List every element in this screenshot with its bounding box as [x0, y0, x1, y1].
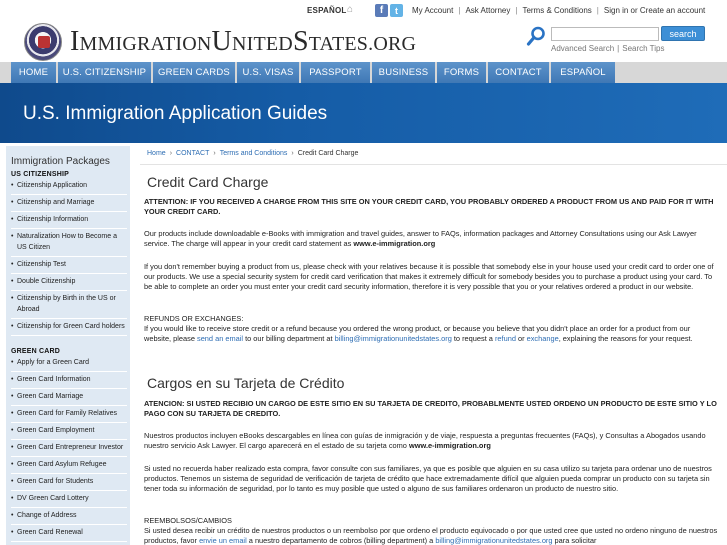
signin-create-account-link[interactable]: Sign in or Create an account [604, 6, 705, 15]
envie-email-link[interactable]: envie un email [199, 536, 247, 545]
sidebar-item-green-card-entrepreneur-investor[interactable]: Green Card Entrepreneur Investor [11, 440, 127, 457]
nav-u-s-citizenship[interactable]: U.S. CITIZENSHIP [58, 62, 151, 83]
sidebar-item-green-card-for-family-relatives[interactable]: Green Card for Family Relatives [11, 406, 127, 423]
site-logo[interactable]: IMMIGRATIONUNITEDSTATES.ORG [70, 26, 416, 58]
breadcrumb: Home › CONTACT › Terms and Conditions › Credit… [147, 150, 359, 157]
attention-spanish: ATENCION: SI USTED RECIBIO UN CARGO DE E… [144, 399, 717, 418]
heading-cargos-tarjeta: Cargos en su Tarjeta de Crédito [147, 375, 345, 391]
account-links: My Account | Ask Attorney | Terms & Conditio… [412, 6, 706, 15]
top-utility-bar: ESPAÑOL ⌂ f t My Account | Ask Attorney | Te… [0, 4, 727, 18]
sidebar-item-green-card-asylum-refugee[interactable]: Green Card Asylum Refugee [11, 457, 127, 474]
nav-contact[interactable]: CONTACT [488, 62, 549, 83]
advanced-search-link[interactable]: Advanced Search [551, 44, 614, 53]
seal-logo-icon[interactable] [24, 23, 62, 61]
search-tips-link[interactable]: Search Tips [622, 44, 664, 53]
breadcrumb-home[interactable]: Home [147, 150, 166, 157]
home-icon[interactable]: ⌂ [347, 4, 353, 15]
sidebar-heading: Immigration Packages [11, 156, 110, 167]
sidebar-item-green-card-information[interactable]: Green Card Information [11, 372, 127, 389]
sidebar-category-green-card: GREEN CARD [11, 348, 61, 355]
my-account-link[interactable]: My Account [412, 6, 453, 15]
breadcrumb-current: Credit Card Charge [297, 150, 359, 157]
sidebar-item-citizenship-information[interactable]: Citizenship Information [11, 212, 127, 229]
ask-attorney-link[interactable]: Ask Attorney [465, 6, 510, 15]
search-button[interactable]: search [661, 26, 705, 41]
search-links: Advanced Search | Search Tips [551, 44, 665, 53]
sidebar-item-green-card-marriage[interactable]: Green Card Marriage [11, 389, 127, 406]
nav-green-cards[interactable]: GREEN CARDS [153, 62, 235, 83]
sidebar-item-citizenship-test[interactable]: Citizenship Test [11, 257, 127, 274]
sidebar-item-citizenship-for-green-card-holders[interactable]: Citizenship for Green Card holders [11, 319, 127, 336]
exchange-link[interactable]: exchange [527, 334, 559, 343]
sidebar-item-naturalization-how-to-become-a-us-citizen[interactable]: Naturalization How to Become a US Citize… [11, 229, 127, 257]
sidebar-item-green-card-renewal[interactable]: Green Card Renewal [11, 525, 127, 542]
products-paragraph-english: Our products include downloadable e-Book… [144, 229, 697, 248]
sidebar-item-citizenship-by-birth-in-the-us-or-abroad[interactable]: Citizenship by Birth in the US or Abroad [11, 291, 127, 319]
security-paragraph-english: If you don't remember buying a product f… [144, 262, 714, 291]
nav-business[interactable]: BUSINESS [372, 62, 435, 83]
sidebar-item-citizenship-application[interactable]: Citizenship Application [11, 178, 127, 195]
facebook-icon[interactable]: f [375, 4, 388, 17]
sidebar-item-apply-for-a-green-card[interactable]: Apply for a Green Card [11, 355, 127, 372]
sidebar-item-double-citizenship[interactable]: Double Citizenship [11, 274, 127, 291]
attention-english: ATTENTION: IF YOU RECEIVED A CHARGE FROM… [144, 197, 714, 216]
nav-passport[interactable]: PASSPORT [301, 62, 370, 83]
nav-español[interactable]: ESPAÑOL [551, 62, 615, 83]
nav-u-s-visas[interactable]: U.S. VISAS [237, 62, 299, 83]
sidebar-citizenship-list: Citizenship ApplicationCitizenship and M… [6, 178, 130, 336]
heading-credit-card-charge: Credit Card Charge [147, 174, 269, 190]
sidebar-item-change-of-address[interactable]: Change of Address [11, 508, 127, 525]
main-content: Home › CONTACT › Terms and Conditions › Credit… [140, 146, 727, 545]
main-nav-bar: HOME U.S. CITIZENSHIP GREEN CARDS U.S. VISA… [0, 62, 727, 83]
refund-link[interactable]: refund [495, 334, 516, 343]
breadcrumb-contact[interactable]: CONTACT [176, 150, 209, 157]
sidebar-green-card-list: Apply for a Green CardGreen Card Informa… [6, 355, 130, 542]
banner-title: U.S. Immigration Application Guides [23, 103, 328, 124]
breadcrumb-terms[interactable]: Terms and Conditions [220, 150, 288, 157]
send-email-link[interactable]: send an email [197, 334, 243, 343]
main-nav: HOME U.S. CITIZENSHIP GREEN CARDS U.S. VISA… [11, 62, 617, 83]
nav-forms[interactable]: FORMS [437, 62, 486, 83]
twitter-icon[interactable]: t [390, 4, 403, 17]
billing-email-link[interactable]: billing@immigrationunitedstates.org [335, 334, 452, 343]
nav-home[interactable]: HOME [11, 62, 56, 83]
search-icon [526, 26, 545, 46]
sidebar-category-citizenship: US CITIZENSHIP [11, 171, 70, 178]
search-input[interactable] [551, 27, 659, 41]
breadcrumb-divider [140, 164, 727, 165]
reembolsos-paragraph-spanish: REEMBOLSOS/CAMBIOS Si usted desea recibi… [144, 516, 718, 545]
sidebar-item-dv-green-card-lottery[interactable]: DV Green Card Lottery [11, 491, 127, 508]
refunds-paragraph-english: REFUNDS OR EXCHANGES: If you would like … [144, 314, 693, 343]
billing-email-link-es[interactable]: billing@immigrationunitedstates.org [435, 536, 552, 545]
sidebar-item-citizenship-and-marriage[interactable]: Citizenship and Marriage [11, 195, 127, 212]
page-banner: U.S. Immigration Application Guides [0, 83, 727, 143]
security-paragraph-spanish: Si usted no recuerda haber realizado est… [144, 464, 712, 493]
sidebar-item-green-card-employment[interactable]: Green Card Employment [11, 423, 127, 440]
language-espanol-link[interactable]: ESPAÑOL [307, 6, 346, 15]
products-paragraph-spanish: Nuestros productos incluyen eBooks desca… [144, 431, 706, 450]
terms-conditions-link[interactable]: Terms & Conditions [522, 6, 591, 15]
sidebar: Immigration Packages US CITIZENSHIP Citi… [6, 146, 130, 545]
sidebar-item-green-card-for-students[interactable]: Green Card for Students [11, 474, 127, 491]
